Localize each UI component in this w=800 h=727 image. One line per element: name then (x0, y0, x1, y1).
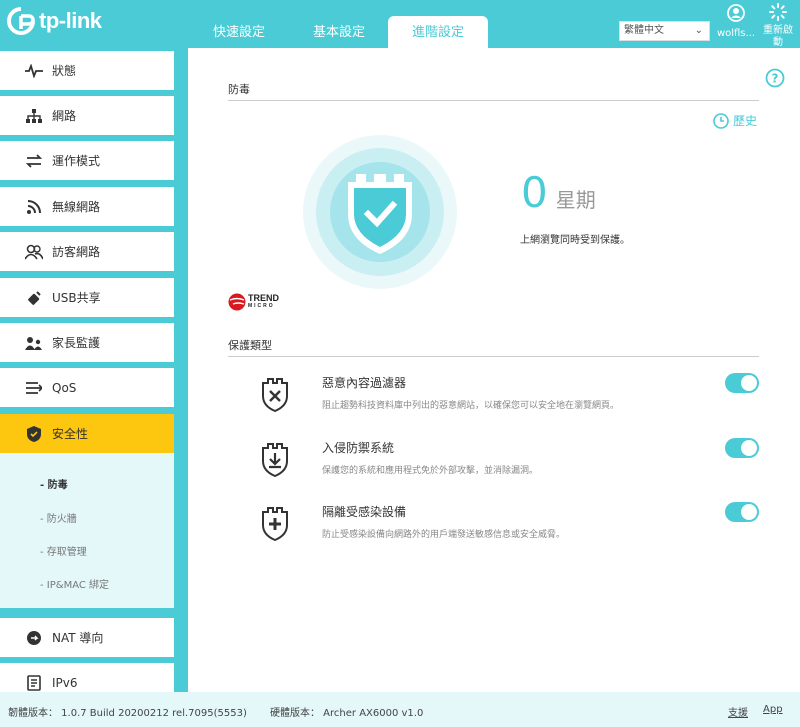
sidebar-item-label: 無線網路 (52, 200, 101, 214)
trend-sub: MICRO (248, 303, 275, 309)
protection-desc: 保護您的系統和應用程式免於外部攻擊，並消除漏洞。 (322, 466, 539, 476)
trend-brand: TREND (248, 293, 279, 303)
sidebar-item-label: 訪客網路 (52, 245, 101, 259)
submenu-access-control[interactable]: - 存取管理 (40, 543, 87, 558)
sidebar-item-label: 家長監護 (52, 336, 101, 350)
nat-icon (24, 630, 44, 646)
antivirus-shield-icon (303, 135, 457, 289)
security-shield-icon (24, 425, 44, 442)
protection-title: 隔離受感染設備 (322, 505, 407, 519)
protected-status-text: 上網瀏覽同時受到保護。 (520, 235, 630, 246)
security-submenu: - 防毒 - 防火牆 - 存取管理 - IP&MAC 綁定 (0, 453, 174, 608)
shield-x-icon (262, 378, 288, 412)
sidebar-item-label: 網路 (52, 109, 77, 123)
sidebar-item-guest[interactable]: 訪客網路 (0, 232, 174, 271)
qos-icon (24, 381, 44, 395)
detection-count: 0 星期 (521, 168, 596, 217)
ipv6-icon (24, 674, 44, 691)
quarantine-toggle[interactable] (725, 502, 759, 522)
tab-basic[interactable]: 基本設定 (290, 16, 388, 48)
protection-row-malicious-filter: 惡意內容過濾器 阻止趨勢科技資料庫中列出的惡意網站，以確保您可以安全地在瀏覽網頁… (188, 373, 800, 434)
operation-mode-icon (24, 153, 44, 168)
submenu-ip-mac-binding[interactable]: - IP&MAC 綁定 (40, 576, 109, 591)
wireless-icon (24, 199, 44, 215)
usb-icon (24, 290, 44, 306)
trend-micro-ball-icon (228, 293, 246, 311)
sidebar-item-usb[interactable]: USB共享 (0, 278, 174, 317)
toggle-knob (741, 504, 757, 520)
firmware-version: 韌體版本： 1.0.7 Build 20200212 rel.7095(5553… (8, 708, 247, 719)
toggle-knob (741, 440, 757, 456)
protection-desc: 防止受感染設備向網路外的用戶端發送敏感信息或安全威脅。 (322, 530, 566, 540)
tp-link-logo-icon (7, 7, 35, 35)
protection-row-quarantine: 隔離受感染設備 防止受感染設備向網路外的用戶端發送敏感信息或安全威脅。 (188, 502, 800, 563)
support-link[interactable]: 支援 (728, 704, 748, 719)
section-divider (228, 100, 759, 101)
sidebar-item-label: NAT 導向 (52, 631, 104, 645)
sidebar-item-parental[interactable]: 家長監護 (0, 323, 174, 362)
section-divider (228, 356, 759, 357)
history-label: 歷史 (733, 114, 758, 128)
user-account-button[interactable]: wolfls... (716, 3, 756, 39)
reboot-label-1: 重新啟 (763, 25, 793, 36)
reboot-button[interactable]: 重新啟 動 (760, 3, 796, 49)
toggle-knob (741, 375, 757, 391)
network-icon (24, 108, 44, 123)
sidebar-item-label: QoS (52, 380, 77, 395)
submenu-firewall[interactable]: - 防火牆 (40, 510, 77, 525)
sidebar-item-operation-mode[interactable]: 運作模式 (0, 141, 174, 180)
submenu-antivirus[interactable]: - 防毒 (40, 476, 68, 491)
history-button[interactable]: 歷史 (713, 112, 757, 129)
status-pulse-icon (24, 63, 44, 78)
shield-plus-icon (262, 507, 288, 541)
brand-name: tp-link (39, 8, 102, 33)
sidebar-item-label: IPv6 (52, 675, 78, 690)
sidebar-item-status[interactable]: 狀態 (0, 51, 174, 90)
shield-download-icon (262, 443, 288, 477)
guest-icon (24, 244, 44, 260)
sidebar-item-label: USB共享 (52, 291, 101, 305)
sidebar-item-label: 運作模式 (52, 154, 101, 168)
help-icon[interactable]: ? (765, 68, 785, 88)
sidebar-item-label: 安全性 (52, 427, 89, 441)
ips-toggle[interactable] (725, 438, 759, 458)
main-panel: ? 防毒 歷史 0 星期 上網瀏覽同時受到保護。 TREND MICRO 保護類… (188, 48, 800, 692)
top-header: tp-link 快速設定 基本設定 進階設定 繁體中文 ⌄ wolfls... (0, 0, 800, 48)
language-value: 繁體中文 (624, 25, 664, 36)
language-select[interactable]: 繁體中文 ⌄ (619, 21, 710, 41)
section-title-protection: 保護類型 (228, 339, 272, 352)
user-icon (727, 4, 745, 22)
protection-title: 入侵防禦系統 (322, 441, 395, 455)
sidebar-item-wireless[interactable]: 無線網路 (0, 187, 174, 226)
reboot-icon (769, 3, 787, 21)
sidebar-item-network[interactable]: 網路 (0, 96, 174, 135)
parental-icon (24, 336, 44, 350)
count-unit: 星期 (555, 188, 596, 212)
sidebar: 狀態 網路 運作模式 無線網路 訪客網路 USB共享 家長監護 QoS 安全性 … (0, 48, 176, 702)
main-tabs: 快速設定 基本設定 進階設定 (188, 16, 488, 48)
footer: 韌體版本： 1.0.7 Build 20200212 rel.7095(5553… (0, 692, 800, 727)
clock-icon (713, 112, 729, 129)
tab-advanced[interactable]: 進階設定 (388, 16, 488, 48)
count-value: 0 (521, 168, 548, 217)
svg-text:?: ? (772, 72, 779, 86)
sidebar-item-qos[interactable]: QoS (0, 368, 174, 407)
tp-link-logo[interactable]: tp-link (6, 6, 102, 36)
chevron-down-icon: ⌄ (694, 25, 703, 36)
trend-micro-logo: TREND MICRO (228, 293, 279, 311)
tab-quick-setup[interactable]: 快速設定 (188, 16, 290, 48)
app-link[interactable]: App (763, 704, 783, 715)
sidebar-item-nat[interactable]: NAT 導向 (0, 618, 174, 657)
section-title-antivirus: 防毒 (228, 83, 250, 96)
protection-desc: 阻止趨勢科技資料庫中列出的惡意網站，以確保您可以安全地在瀏覽網頁。 (322, 401, 620, 411)
sidebar-item-security[interactable]: 安全性 (0, 414, 174, 453)
protection-row-ips: 入侵防禦系統 保護您的系統和應用程式免於外部攻擊，並消除漏洞。 (188, 438, 800, 499)
user-name: wolfls... (716, 28, 756, 39)
sidebar-item-label: 狀態 (52, 64, 77, 78)
hardware-version: 硬體版本： Archer AX6000 v1.0 (270, 708, 424, 719)
protection-title: 惡意內容過濾器 (322, 376, 407, 390)
malicious-filter-toggle[interactable] (725, 373, 759, 393)
